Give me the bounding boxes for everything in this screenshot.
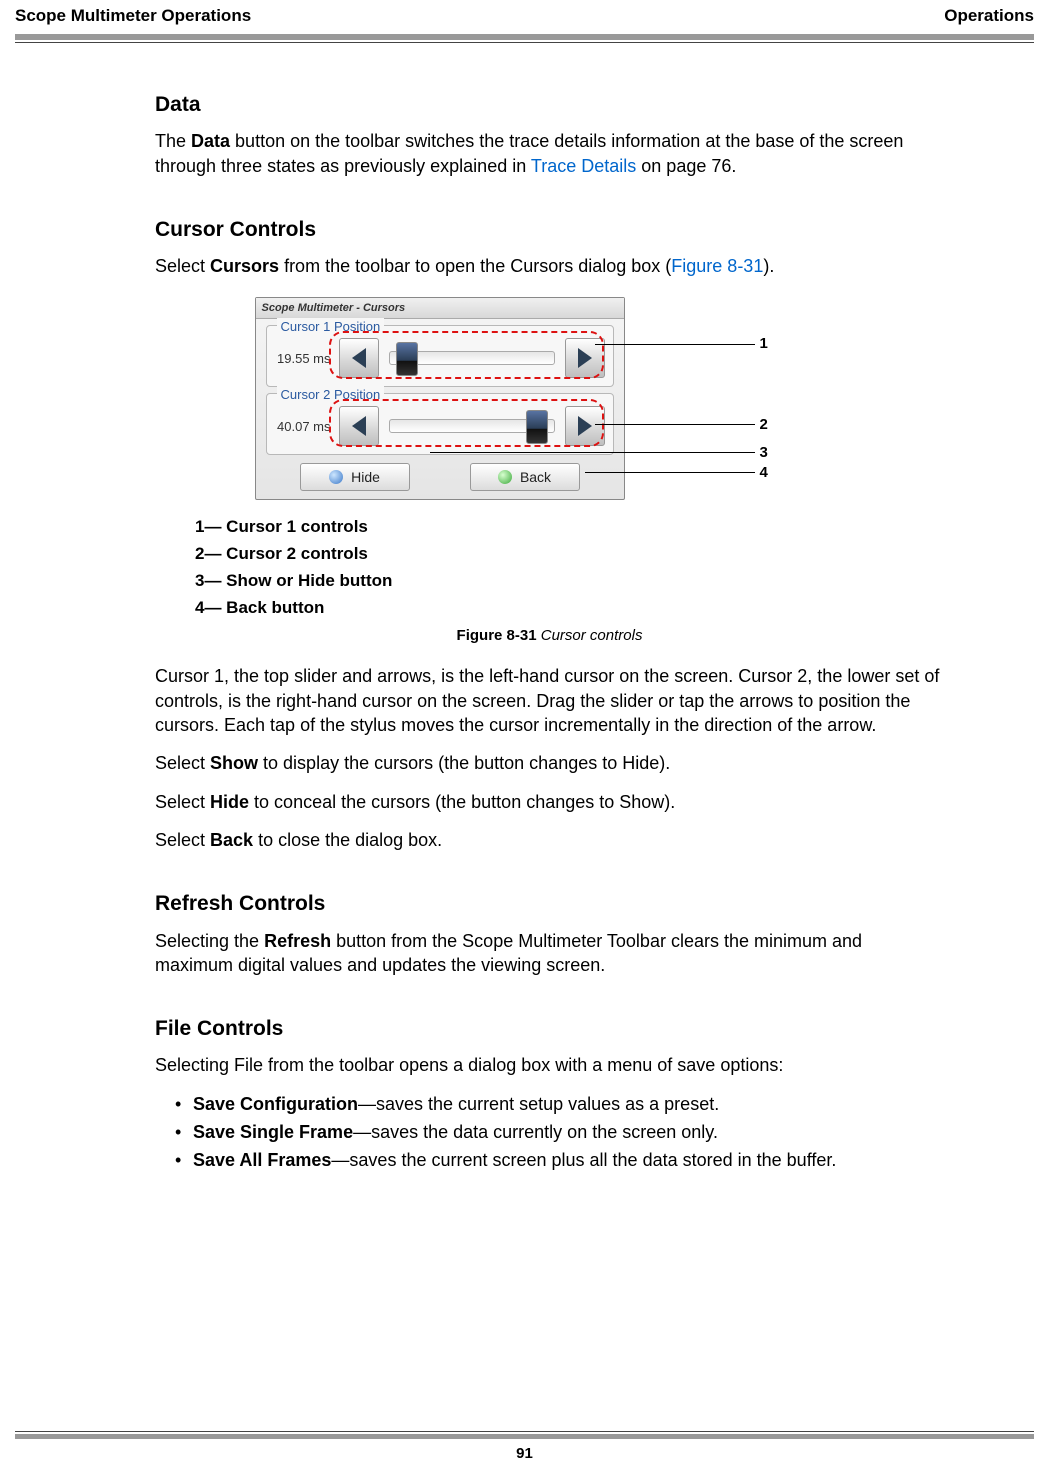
cursor1-legend: Cursor 1 Position <box>277 318 385 336</box>
callout-label-4: 4 <box>760 463 768 483</box>
file-option-2: Save Single Frame—saves the data current… <box>175 1120 944 1144</box>
cursor2-right-button[interactable] <box>565 406 605 446</box>
callout-label-2: 2 <box>760 415 768 435</box>
cursor-figure: Scope Multimeter - Cursors Cursor 1 Posi… <box>255 297 845 501</box>
legend-item-2: 2— Cursor 2 controls <box>195 543 944 566</box>
show-paragraph: Select Show to display the cursors (the … <box>155 751 944 775</box>
cursor2-left-button[interactable] <box>339 406 379 446</box>
cursors-dialog: Scope Multimeter - Cursors Cursor 1 Posi… <box>255 297 625 501</box>
leader-2 <box>595 424 755 425</box>
header-rule-thick <box>15 34 1034 40</box>
figure-ref-link[interactable]: Figure 8-31 <box>671 256 763 276</box>
cursor2-readout: 40.07 ms <box>275 418 333 436</box>
chevron-left-icon <box>352 416 366 436</box>
chevron-left-icon <box>352 348 366 368</box>
legend-item-4: 4— Back button <box>195 597 944 620</box>
figure-legend: 1— Cursor 1 controls 2— Cursor 2 control… <box>195 516 944 620</box>
back-icon <box>498 470 512 484</box>
footer-rule-thin <box>15 1431 1034 1432</box>
cursor-description: Cursor 1, the top slider and arrows, is … <box>155 664 944 737</box>
cursor2-thumb[interactable] <box>526 410 548 444</box>
footer-rule-thick <box>15 1434 1034 1439</box>
chevron-right-icon <box>578 416 592 436</box>
chevron-right-icon <box>578 348 592 368</box>
back-button-label: Back <box>520 468 551 487</box>
cursor-controls-heading: Cursor Controls <box>155 216 944 244</box>
file-option-1: Save Configuration—saves the current set… <box>175 1092 944 1116</box>
refresh-paragraph: Selecting the Refresh button from the Sc… <box>155 929 944 978</box>
leader-1 <box>595 344 755 345</box>
back-paragraph: Select Back to close the dialog box. <box>155 828 944 852</box>
cursor2-slider[interactable] <box>389 419 555 433</box>
hide-button-label: Hide <box>351 468 380 487</box>
header-rule-thin <box>15 42 1034 43</box>
cursor-intro: Select Cursors from the toolbar to open … <box>155 254 944 278</box>
cursor1-left-button[interactable] <box>339 338 379 378</box>
trace-details-link[interactable]: Trace Details <box>531 156 636 176</box>
hide-icon <box>329 470 343 484</box>
dialog-titlebar: Scope Multimeter - Cursors <box>256 298 624 320</box>
file-option-3: Save All Frames—saves the current screen… <box>175 1148 944 1172</box>
hide-paragraph: Select Hide to conceal the cursors (the … <box>155 790 944 814</box>
cursor2-group: Cursor 2 Position 40.07 ms <box>266 393 614 455</box>
legend-item-3: 3— Show or Hide button <box>195 570 944 593</box>
callout-label-3: 3 <box>760 443 768 463</box>
figure-caption: Figure 8-31 Cursor controls <box>155 626 944 646</box>
refresh-heading: Refresh Controls <box>155 890 944 918</box>
cursor1-readout: 19.55 ms <box>275 350 333 368</box>
file-heading: File Controls <box>155 1015 944 1043</box>
legend-item-1: 1— Cursor 1 controls <box>195 516 944 539</box>
data-heading: Data <box>155 91 944 119</box>
data-paragraph: The Data button on the toolbar switches … <box>155 129 944 178</box>
file-intro: Selecting File from the toolbar opens a … <box>155 1053 944 1077</box>
back-button[interactable]: Back <box>470 463 580 491</box>
header-right: Operations <box>944 6 1034 26</box>
leader-3 <box>430 452 755 453</box>
page-footer: 91 <box>15 1431 1034 1462</box>
hide-button[interactable]: Hide <box>300 463 410 491</box>
cursor1-group: Cursor 1 Position 19.55 ms <box>266 325 614 387</box>
cursor2-legend: Cursor 2 Position <box>277 386 385 404</box>
cursor1-thumb[interactable] <box>396 342 418 376</box>
cursor1-slider[interactable] <box>389 351 555 365</box>
leader-4 <box>585 472 755 473</box>
callout-label-1: 1 <box>760 334 768 354</box>
page-number: 91 <box>15 1445 1034 1462</box>
header-left: Scope Multimeter Operations <box>15 6 251 26</box>
file-options-list: Save Configuration—saves the current set… <box>155 1092 944 1173</box>
